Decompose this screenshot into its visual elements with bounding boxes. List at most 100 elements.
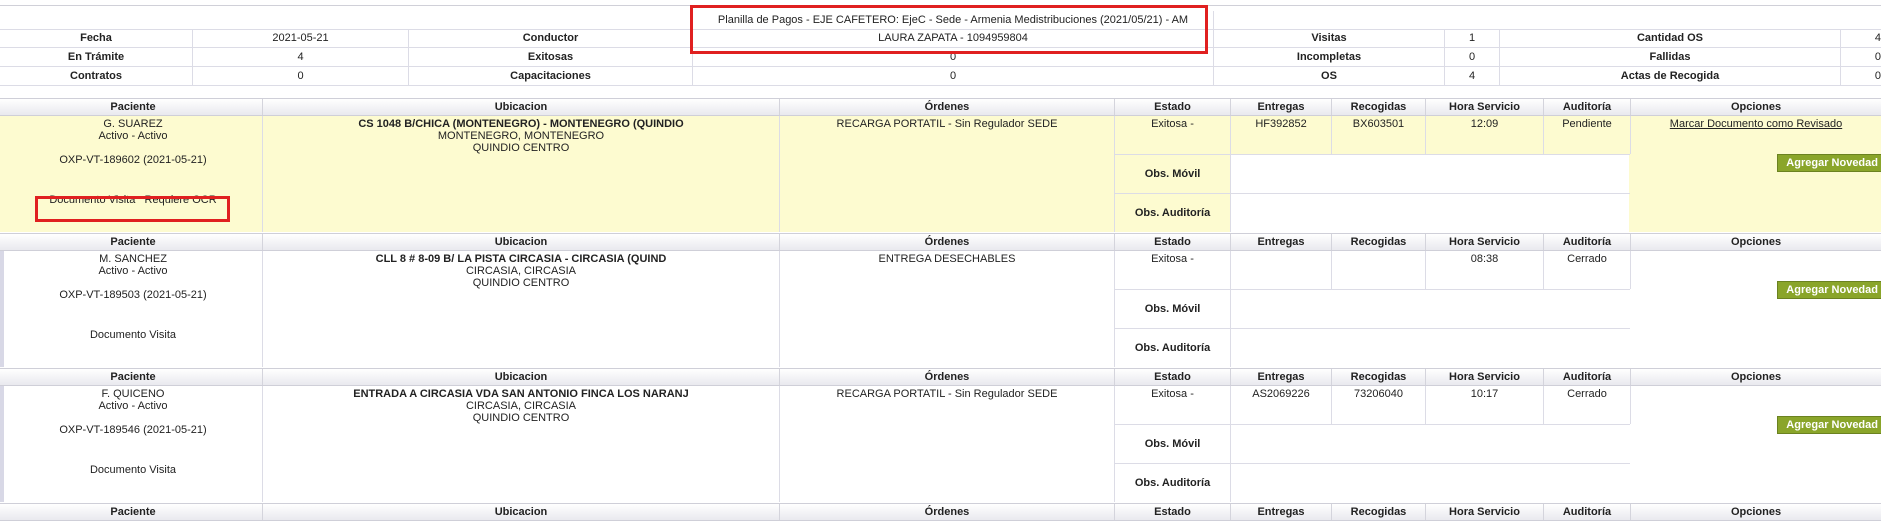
header-ordenes: Órdenes: [780, 504, 1115, 520]
header-estado: Estado: [1115, 99, 1231, 115]
add-novedad-button[interactable]: Agregar Novedad: [1777, 154, 1881, 172]
paciente-cell: M. SANCHEZ Activo - Activo OXP-VT-189503…: [4, 251, 263, 367]
ubicacion-cell: CLL 8 # 8-09 B/ LA PISTA CIRCASIA - CIRC…: [263, 251, 780, 367]
opciones-cell: Marcar Documento como Revisado Agregar N…: [1631, 116, 1881, 232]
mark-reviewed-link[interactable]: Marcar Documento como Revisado: [1631, 118, 1881, 130]
hora-value: 12:09: [1470, 118, 1499, 130]
address: CLL 8 # 8-09 B/ LA PISTA CIRCASIA - CIRC…: [375, 253, 667, 265]
document-visit-link[interactable]: Documento Visita: [4, 329, 262, 341]
tramite-label: En Trámite: [0, 48, 193, 66]
recogidas-value: BX603501: [1352, 118, 1405, 130]
patient-name: G. SUAREZ: [103, 118, 163, 130]
header-entregas: Entregas: [1231, 99, 1332, 115]
summary-row-title: Planilla de Pagos - EJE CAFETERO: EjeC -…: [0, 11, 1881, 30]
table-row: G. SUAREZ Activo - Activo OXP-VT-189602 …: [0, 116, 1881, 232]
estado-value: Exitosa -: [1151, 118, 1194, 130]
summary-row-2: En Trámite 4 Exitosas 0 Incompletas 0 Fa…: [0, 48, 1881, 67]
hora-cell: 10:17: [1426, 386, 1544, 424]
header-opciones: Opciones: [1730, 506, 1782, 518]
hora-value: 10:17: [1470, 388, 1499, 400]
header-estado: Estado: [1115, 234, 1231, 250]
header-auditoria: Auditoría: [1544, 504, 1631, 520]
obs-movil-row: Obs. Móvil: [1115, 154, 1630, 193]
obs-movil-label: Obs. Móvil: [1115, 290, 1231, 328]
estado-cell: Exitosa -: [1115, 251, 1231, 289]
auditoria-value: Pendiente: [1562, 118, 1612, 130]
capacitaciones-label: Capacitaciones: [409, 67, 693, 85]
top-divider: [0, 5, 1881, 6]
header-paciente: Paciente: [4, 504, 263, 520]
header-paciente: Paciente: [4, 234, 263, 250]
exitosas-value: 0: [693, 48, 1214, 66]
header-recogidas: Recogidas: [1332, 234, 1426, 250]
header-opciones: Opciones: [1730, 236, 1782, 248]
summary-row-3: Contratos 0 Capacitaciones 0 OS 4 Actas …: [0, 67, 1881, 86]
ordenes-cell: ENTREGA DESECHABLES: [780, 251, 1115, 367]
ordenes-cell: RECARGA PORTATIL - Sin Regulador SEDE: [780, 386, 1115, 502]
auditoria-cell: Pendiente: [1544, 116, 1631, 154]
opciones-cell: Agregar Novedad: [1631, 251, 1881, 367]
header-opciones: Opciones: [1730, 101, 1782, 113]
tramite-value: 4: [193, 48, 409, 66]
paciente-cell: G. SUAREZ Activo - Activo OXP-VT-189602 …: [4, 116, 263, 232]
entregas-cell: [1231, 251, 1332, 289]
auditoria-cell: Cerrado: [1544, 251, 1631, 289]
obs-auditoria-label: Obs. Auditoría: [1115, 329, 1231, 367]
add-novedad-button[interactable]: Agregar Novedad: [1777, 281, 1881, 299]
header-auditoria: Auditoría: [1544, 99, 1631, 115]
table-header: Paciente Ubicacion Órdenes Estado Entreg…: [0, 98, 1881, 116]
obs-movil-label: Obs. Móvil: [1115, 425, 1231, 463]
recogidas-cell: [1332, 251, 1426, 289]
exitosas-label: Exitosas: [409, 48, 693, 66]
table-row: M. SANCHEZ Activo - Activo OXP-VT-189503…: [0, 251, 1881, 367]
visit-code: OXP-VT-189602 (2021-05-21): [59, 154, 207, 166]
hora-cell: 08:38: [1426, 251, 1544, 289]
header-recogidas: Recogidas: [1332, 504, 1426, 520]
estado-cell: Exitosa -: [1115, 386, 1231, 424]
conductor-label: Conductor: [409, 29, 693, 47]
fecha-label: Fecha: [0, 29, 193, 47]
obs-auditoria-label: Obs. Auditoría: [1115, 194, 1231, 232]
order-description: RECARGA PORTATIL - Sin Regulador SEDE: [836, 118, 1058, 130]
cantidad-os-value: 4: [1874, 32, 1881, 44]
entregas-value: HF392852: [1255, 118, 1307, 130]
patient-status: Activo - Activo: [98, 265, 168, 277]
add-novedad-button[interactable]: Agregar Novedad: [1777, 416, 1881, 434]
hora-cell: 12:09: [1426, 116, 1544, 154]
estado-cell: Exitosa -: [1115, 116, 1231, 154]
paciente-cell: F. QUICENO Activo - Activo OXP-VT-189546…: [4, 386, 263, 502]
recogidas-cell: BX603501: [1332, 116, 1426, 154]
table-row: F. QUICENO Activo - Activo OXP-VT-189546…: [0, 386, 1881, 502]
obs-auditoria-value: [1231, 329, 1629, 367]
city: CIRCASIA, CIRCASIA: [465, 400, 577, 412]
header-ordenes: Órdenes: [780, 99, 1115, 115]
patient-status: Activo - Activo: [98, 400, 168, 412]
header-ubicacion: Ubicacion: [263, 369, 780, 385]
document-visit-link[interactable]: Documento Visita: [4, 464, 262, 476]
header-ubicacion: Ubicacion: [263, 504, 780, 520]
incompletas-label: Incompletas: [1214, 48, 1445, 66]
header-ordenes: Órdenes: [780, 234, 1115, 250]
obs-auditoria-value: [1231, 194, 1629, 232]
obs-movil-value: [1231, 425, 1629, 463]
ubicacion-cell: ENTRADA A CIRCASIA VDA SAN ANTONIO FINCA…: [263, 386, 780, 502]
incompletas-value: 0: [1445, 48, 1500, 66]
region: QUINDIO CENTRO: [472, 142, 570, 154]
header-auditoria: Auditoría: [1544, 234, 1631, 250]
recogidas-value: 73206040: [1354, 388, 1403, 400]
conductor-value: LAURA ZAPATA - 1094959804: [693, 29, 1214, 47]
cantidad-os-label: Cantidad OS: [1500, 29, 1841, 47]
document-visit-link[interactable]: Documento Visita: [49, 194, 135, 206]
os-label: OS: [1214, 67, 1445, 85]
header-paciente: Paciente: [4, 369, 263, 385]
patient-name: F. QUICENO: [101, 388, 165, 400]
obs-movil-row: Obs. Móvil: [1115, 424, 1630, 463]
order-description: RECARGA PORTATIL - Sin Regulador SEDE: [836, 388, 1058, 400]
region: QUINDIO CENTRO: [472, 412, 570, 424]
order-description: ENTREGA DESECHABLES: [878, 253, 1016, 265]
header-estado: Estado: [1115, 504, 1231, 520]
table-header: Paciente Ubicacion Órdenes Estado Entreg…: [0, 503, 1881, 521]
table-header: Paciente Ubicacion Órdenes Estado Entreg…: [0, 368, 1881, 386]
capacitaciones-value: 0: [693, 67, 1214, 85]
obs-movil-row: Obs. Móvil: [1115, 289, 1630, 328]
